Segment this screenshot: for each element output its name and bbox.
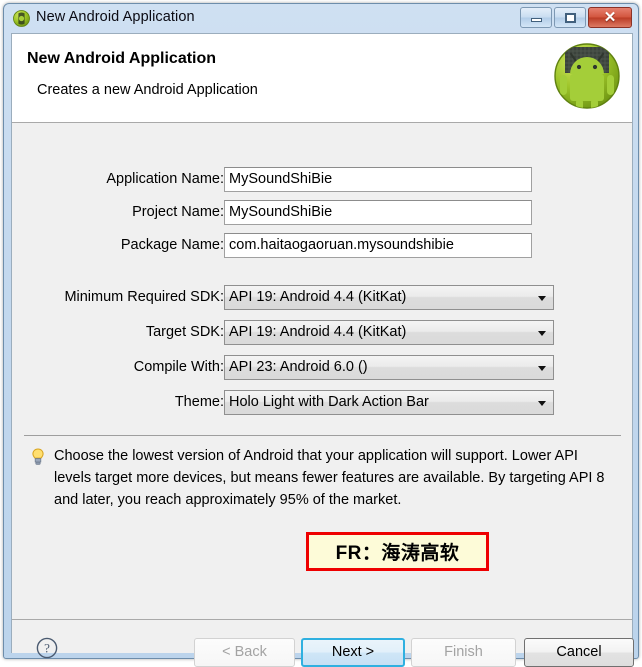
combo-min-sdk-value: API 19: Android 4.4 (KitKat) (229, 289, 407, 305)
field-row-min-sdk: Minimum Required SDK: i (12, 285, 234, 309)
title-bar[interactable]: New Android Application ✕ (4, 4, 638, 33)
field-row-target-sdk: Target SDK: i (12, 320, 234, 344)
combo-target-sdk[interactable]: API 19: Android 4.4 (KitKat) (224, 320, 554, 345)
close-button[interactable]: ✕ (588, 7, 632, 28)
field-row-compile-with: Compile With: i (12, 355, 234, 379)
android-circle-icon (13, 10, 30, 27)
label-target-sdk: Target SDK: (145, 324, 224, 340)
button-bar-separator (12, 619, 632, 620)
window-title: New Android Application (36, 9, 195, 25)
android-robot-icon (554, 43, 620, 109)
watermark-annotation: FR：海涛高软 (306, 532, 489, 571)
back-button[interactable]: < Back (194, 638, 295, 667)
label-package-name: Package Name: (120, 237, 224, 253)
page-subtitle: Creates a new Android Application (37, 82, 258, 98)
combo-theme-value: Holo Light with Dark Action Bar (229, 394, 429, 410)
label-application-name: Application Name: (106, 171, 224, 187)
label-min-sdk: Minimum Required SDK: (64, 289, 224, 305)
hint-text: Choose the lowest version of Android tha… (54, 448, 605, 508)
dialog-window: New Android Application ✕ New Android Ap… (3, 3, 639, 667)
field-row-package-name: Package Name: i (12, 233, 234, 257)
chevron-down-icon (538, 296, 546, 301)
combo-target-sdk-value: API 19: Android 4.4 (KitKat) (229, 324, 407, 340)
svg-text:?: ? (44, 641, 50, 656)
dialog-client: New Android Application Creates a new An… (11, 33, 634, 667)
field-row-theme: Theme: i (12, 390, 234, 414)
hint-separator (24, 435, 621, 436)
input-application-name[interactable]: MySoundShiBie (224, 167, 532, 192)
combo-theme[interactable]: Holo Light with Dark Action Bar (224, 390, 554, 415)
page-title: New Android Application (27, 50, 217, 67)
minimize-icon (521, 8, 551, 27)
lightbulb-icon (32, 448, 44, 465)
close-icon: ✕ (603, 9, 617, 26)
field-row-application-name: Application Name: i (12, 167, 234, 191)
input-package-name[interactable]: com.haitaogaoruan.mysoundshibie (224, 233, 532, 258)
label-project-name: Project Name: (132, 204, 224, 220)
field-row-project-name: Project Name: i (12, 200, 234, 224)
combo-compile-with-value: API 23: Android 6.0 () (229, 359, 368, 375)
combo-compile-with[interactable]: API 23: Android 6.0 () (224, 355, 554, 380)
label-theme: Theme: (174, 394, 224, 410)
maximize-button[interactable] (554, 7, 586, 28)
finish-button[interactable]: Finish (411, 638, 516, 667)
maximize-icon (555, 8, 585, 27)
cancel-button[interactable]: Cancel (524, 638, 634, 667)
chevron-down-icon (538, 331, 546, 336)
help-icon[interactable]: ? (36, 637, 58, 659)
combo-min-sdk[interactable]: API 19: Android 4.4 (KitKat) (224, 285, 554, 310)
dialog-header: New Android Application Creates a new An… (12, 34, 632, 123)
minimize-button[interactable] (520, 7, 552, 28)
next-button[interactable]: Next > (301, 638, 405, 667)
chevron-down-icon (538, 366, 546, 371)
label-compile-with: Compile With: (133, 359, 224, 375)
chevron-down-icon (538, 401, 546, 406)
input-project-name[interactable]: MySoundShiBie (224, 200, 532, 225)
